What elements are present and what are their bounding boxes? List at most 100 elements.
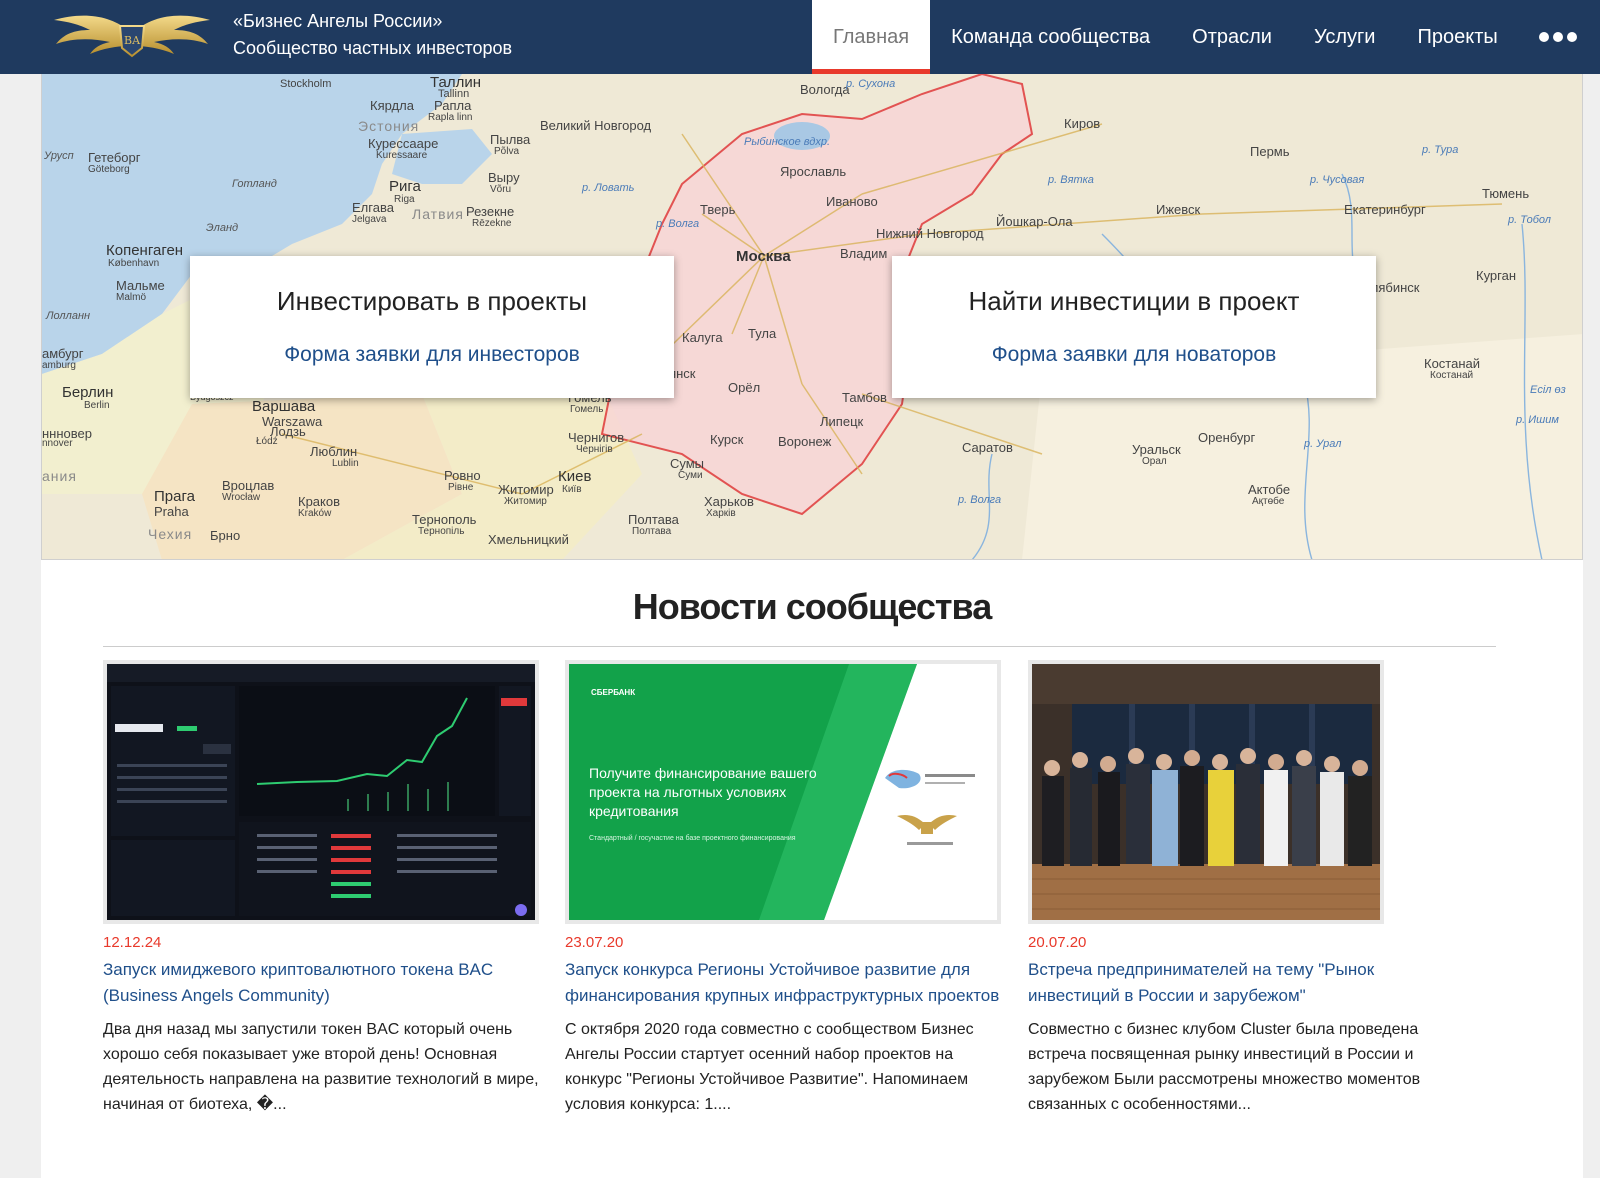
map-label: Актобе (1248, 482, 1291, 497)
map-label: Харків (706, 508, 736, 519)
map-label: Гетеборг (88, 150, 141, 165)
news-thumbnail[interactable]: СБЕРБАНК Получите финансирование вашего … (565, 660, 1001, 924)
map-label: Курск (710, 432, 744, 447)
map-label: Łódź (256, 436, 278, 447)
map-label: Костанай (1424, 356, 1481, 371)
map-label: Латвия (412, 206, 464, 222)
map-label: Краков (298, 494, 341, 509)
map-label: Брно (210, 528, 241, 543)
nav-team[interactable]: Команда сообщества (930, 0, 1171, 74)
meeting-photo (1032, 664, 1380, 920)
map-label: Житомир (498, 482, 554, 497)
map-label: Полтава (628, 512, 679, 527)
map-label: Резекне (466, 204, 515, 219)
map-label: Лолланн (46, 310, 91, 322)
map-label: Выру (488, 170, 520, 185)
wings-logo[interactable]: BA (52, 4, 212, 68)
map-label: Praha (154, 504, 189, 519)
news-card: 12.12.24 Запуск имиджевого криптовалютно… (103, 660, 539, 1117)
map-label: Воронеж (778, 434, 832, 449)
map-label: Калуга (682, 330, 723, 345)
map-label: Сумы (670, 456, 705, 471)
news-excerpt: С октября 2020 года совместно с сообщест… (565, 1021, 974, 1113)
map-label: Йошкар-Ола (996, 214, 1073, 229)
map-label: Орёл (728, 380, 761, 395)
map-label: Riga (394, 194, 415, 205)
news-date: 23.07.20 (565, 934, 624, 951)
innovator-form-link[interactable]: Форма заявки для новаторов (892, 343, 1376, 367)
map-label: Тернополь (412, 512, 477, 527)
map-label: Київ (562, 484, 582, 495)
map-label: Оренбург (1198, 430, 1256, 445)
map-label: р. Тобол (1508, 214, 1551, 226)
map-label: Нижний Новгород (876, 226, 984, 241)
map-label: Рига (389, 178, 421, 195)
sberbank-banner-image: СБЕРБАНК Получите финансирование вашего … (569, 664, 997, 920)
news-heading: Новости сообщества (632, 586, 992, 627)
map-label: Рівне (448, 482, 474, 493)
map-label: амбург (42, 346, 84, 361)
map-label: Костанай (1430, 370, 1474, 381)
nav-projects[interactable]: Проекты (1396, 0, 1518, 74)
map-label: Rapla linn (428, 112, 473, 123)
map-label: Екатеринбург (1344, 202, 1426, 217)
map-label: Полтава (632, 526, 672, 537)
invest-card-title: Инвестировать в проекты (276, 286, 588, 316)
news-thumbnail[interactable] (1028, 660, 1384, 924)
map-label: р. Урал (1304, 438, 1342, 450)
investor-form-link[interactable]: Форма заявки для инвесторов (190, 343, 674, 367)
map-label: Lublin (332, 458, 359, 469)
map-label: Гомель (570, 404, 604, 415)
news-title-link[interactable]: Запуск имиджевого криптовалютного токена… (103, 957, 539, 1009)
map-label: р. Волга (958, 494, 1002, 506)
banner-logos (885, 769, 975, 845)
news-thumbnail[interactable] (103, 660, 539, 924)
map-label: Ижевск (1156, 202, 1201, 217)
map-label: Malmö (116, 292, 147, 303)
invest-card: Инвестировать в проекты Форма заявки для… (190, 256, 674, 398)
svg-text:BA: BA (124, 34, 141, 47)
map-label: Пылва (490, 132, 531, 147)
map-label: Хмельницкий (488, 532, 569, 547)
map-label: Курган (1476, 268, 1517, 283)
news-divider (103, 646, 1496, 647)
map-label: København (108, 258, 160, 269)
map-label: р. Сухона (846, 78, 896, 90)
map-label: Тюмень (1482, 186, 1530, 201)
nav-services[interactable]: Услуги (1293, 0, 1397, 74)
news-card: СБЕРБАНК Получите финансирование вашего … (565, 660, 1001, 1117)
map-label: р. Волга (656, 218, 700, 230)
map-label: Ярославль (780, 164, 847, 179)
map-label: Põlva (494, 146, 520, 157)
site-header: BA «Бизнес Ангелы России» Сообщество час… (0, 0, 1600, 74)
map-label: Люблин (310, 444, 358, 459)
main-nav: Главная Команда сообщества Отрасли Услуг… (812, 0, 1597, 74)
map-label: Иваново (826, 194, 878, 209)
map-label: Киров (1064, 116, 1101, 131)
brand-title[interactable]: «Бизнес Ангелы России» Сообщество частны… (233, 8, 512, 62)
find-investment-card-title: Найти инвестиции в проект (968, 286, 1300, 316)
map-label: Суми (678, 470, 703, 481)
nav-industries[interactable]: Отрасли (1171, 0, 1293, 74)
map-label: Тамбов (842, 390, 887, 405)
nav-home[interactable]: Главная (812, 0, 931, 74)
ellipsis-icon[interactable] (1519, 0, 1597, 74)
map-label: Курессааре (368, 136, 439, 151)
map-label: Ровно (444, 468, 481, 483)
map-label: Jelgava (352, 214, 387, 225)
map-label: р. Тура (1422, 144, 1459, 156)
map-label: Великий Новгород (540, 118, 652, 133)
map-label: Rēzekne (472, 218, 512, 229)
find-investment-card: Найти инвестиции в проект Форма заявки д… (892, 256, 1376, 398)
map-label: Чернигов (568, 430, 625, 445)
news-title-link[interactable]: Встреча предпринимателей на тему "Рынок … (1028, 957, 1464, 1009)
map-label: Тверь (700, 202, 736, 217)
news-date: 12.12.24 (103, 934, 162, 951)
map-label: Пермь (1250, 144, 1290, 159)
map-label: Прага (154, 488, 195, 505)
map-label: Ақтөбе (1252, 496, 1285, 507)
crypto-chart-image (107, 664, 535, 920)
map-label: Киев (558, 468, 592, 485)
brand-tagline: Сообщество частных инвесторов (233, 38, 513, 58)
news-title-link[interactable]: Запуск конкурса Регионы Устойчивое разви… (565, 957, 1001, 1009)
